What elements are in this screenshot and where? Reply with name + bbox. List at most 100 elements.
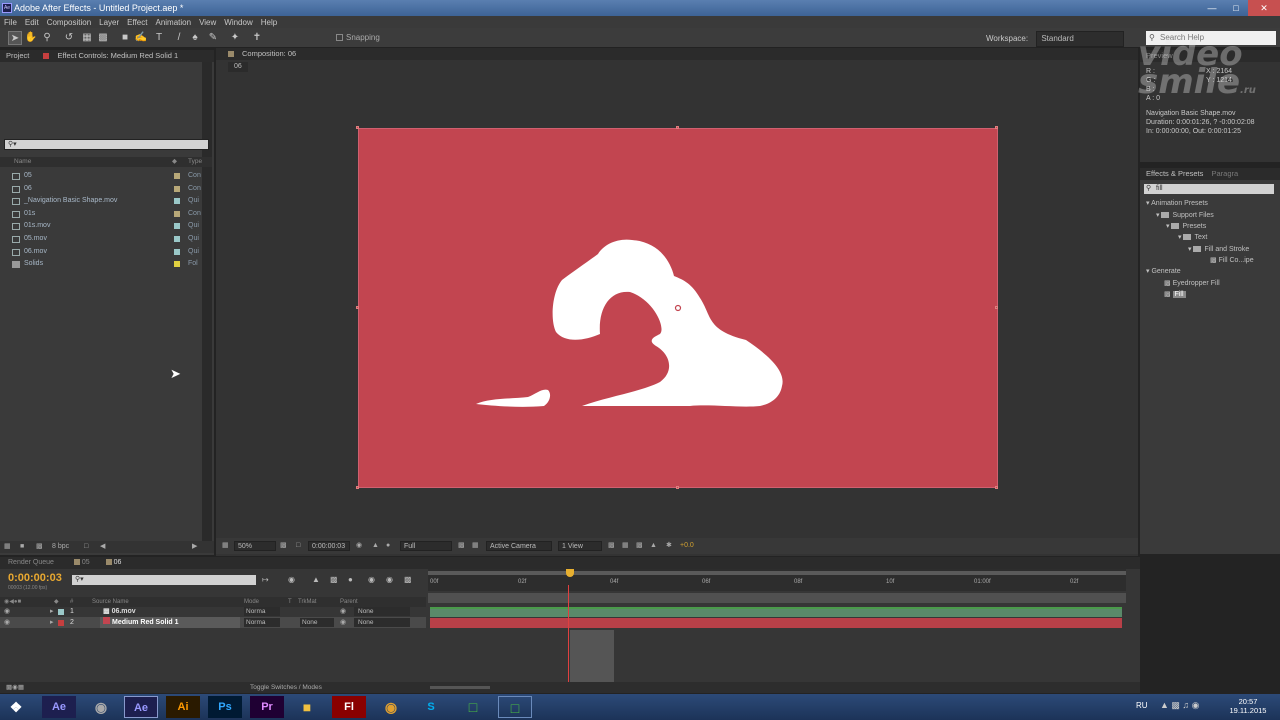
hand-tool-icon[interactable]: ✋ — [24, 31, 38, 45]
fast-previews-icon[interactable]: ▦ — [622, 541, 629, 551]
taskbar-after-effects-icon[interactable]: Ae — [42, 696, 76, 718]
snapping-toggle[interactable]: Snapping — [336, 32, 380, 44]
cloud-shape[interactable] — [470, 236, 790, 412]
menu-file[interactable]: File — [4, 18, 17, 27]
column-name[interactable]: Name — [14, 157, 31, 167]
taskbar-camtasia-recorder-icon[interactable]: □ — [498, 696, 532, 718]
project-item[interactable]: 05 Con — [0, 170, 212, 182]
tab-paragraph[interactable]: Paragra — [1211, 169, 1238, 178]
layer-duration-bar[interactable] — [430, 607, 1122, 617]
mask-visibility-icon[interactable]: □ — [296, 541, 300, 551]
scroll-right-icon[interactable]: ▶ — [192, 541, 197, 553]
language-indicator[interactable]: RU — [1136, 701, 1148, 710]
magnification-dropdown[interactable]: 50% — [234, 541, 276, 551]
new-folder-icon[interactable]: ■ — [20, 541, 24, 553]
project-scrollbar[interactable] — [202, 62, 212, 552]
layer-row[interactable]: ◉ ▸ 2 Medium Red Solid 1 Norma None ◉ No… — [0, 617, 426, 628]
layer-name[interactable]: Medium Red Solid 1 — [100, 617, 240, 628]
rotate-tool-icon[interactable]: ↺ — [62, 31, 76, 45]
tab-project[interactable]: Project — [6, 51, 29, 60]
label-color-swatch[interactable] — [174, 210, 180, 217]
pick-whip-icon[interactable]: ◉ — [340, 606, 346, 617]
current-time-field[interactable]: 0:00:00:03 — [308, 541, 350, 551]
menu-animation[interactable]: Animation — [155, 18, 191, 27]
tree-support-files[interactable]: ▾ Support Files — [1156, 211, 1214, 219]
motion-blur-icon[interactable]: ● — [348, 575, 353, 584]
timeline-icon[interactable]: ▩ — [636, 541, 643, 551]
tab-effect-controls[interactable]: Effect Controls: Medium Red Solid 1 — [37, 51, 178, 60]
taskbar-after-effects-active-icon[interactable]: Ae — [124, 696, 158, 718]
resolution-dropdown[interactable]: Full — [400, 541, 452, 551]
zoom-tool-icon[interactable]: ⚲ — [40, 31, 54, 45]
pen-tool-icon[interactable]: ✍ — [134, 31, 148, 45]
effects-search-input[interactable]: ⚲ fill — [1144, 184, 1274, 194]
bpc-label[interactable]: 8 bpc — [52, 541, 69, 553]
pick-whip-icon[interactable]: ◉ — [340, 617, 346, 628]
visibility-eye-icon[interactable]: ◉ — [4, 606, 10, 617]
pan-behind-tool-icon[interactable]: ▩ — [96, 31, 110, 45]
project-item[interactable]: Solids Fol — [0, 258, 212, 270]
taskbar-premiere-icon[interactable]: Pr — [250, 696, 284, 718]
brainstorm-icon[interactable]: ◉ — [368, 575, 375, 584]
parent-dropdown[interactable]: None — [354, 618, 410, 627]
transform-handle[interactable] — [995, 126, 998, 129]
expand-arrow-icon[interactable]: ▸ — [50, 617, 54, 628]
label-color-swatch[interactable] — [174, 236, 180, 242]
toggle-switches-modes-button[interactable]: Toggle Switches / Modes — [250, 682, 322, 693]
label-color-swatch[interactable] — [174, 223, 180, 230]
tab-effects-presets[interactable]: Effects & Presets — [1146, 169, 1203, 178]
tab-render-queue[interactable]: Render Queue — [8, 559, 54, 566]
layer-duration-bar[interactable] — [430, 618, 1122, 628]
layer-label-color[interactable] — [58, 609, 64, 615]
start-button-icon[interactable]: ❖ — [2, 696, 30, 718]
exposure-icon[interactable]: ✱ — [666, 541, 672, 551]
taskbar-illustrator-icon[interactable]: Ai — [166, 696, 200, 718]
safe-zones-icon[interactable]: ▩ — [280, 541, 287, 551]
taskbar-skype-icon[interactable]: S — [414, 696, 448, 718]
clock[interactable]: 20:57 19.11.2015 — [1228, 697, 1268, 715]
label-color-swatch[interactable] — [174, 261, 180, 268]
zoom-slider[interactable] — [430, 686, 490, 689]
project-item[interactable]: 05.mov Qui — [0, 233, 212, 245]
trkmat-dropdown[interactable]: None — [300, 618, 334, 627]
snapshot-camera-icon[interactable]: ◉ — [356, 541, 362, 551]
menu-help[interactable]: Help — [261, 18, 277, 27]
tree-fill-and-stroke[interactable]: ▾ Fill and Stroke — [1188, 245, 1249, 253]
rgb-channel-icon[interactable]: ● — [386, 541, 390, 551]
tab-composition[interactable]: Composition: 06 — [222, 49, 296, 58]
hide-shy-layers-icon[interactable]: ▲ — [312, 575, 320, 584]
layer-row[interactable]: ◉ ▸ 1 ▩ 06.mov Norma ◉ None — [0, 606, 426, 617]
toggle-pixel-aspect-icon[interactable]: ▩ — [608, 541, 615, 551]
composition-breadcrumb[interactable]: 06 — [228, 62, 248, 72]
rectangle-tool-icon[interactable]: ■ — [118, 31, 132, 45]
work-area-bar[interactable] — [428, 571, 1126, 575]
transparency-grid-icon[interactable]: ▦ — [472, 541, 479, 551]
transform-handle[interactable] — [356, 126, 359, 129]
trash-icon[interactable]: □ — [84, 541, 88, 553]
roto-brush-tool-icon[interactable]: ✦ — [228, 31, 242, 45]
project-item[interactable]: _Navigation Basic Shape.mov Qui — [0, 195, 212, 207]
timeline-search-input[interactable]: ⚲▾ — [72, 575, 256, 585]
transform-handle[interactable] — [676, 486, 679, 489]
taskbar-browser-icon[interactable]: ◉ — [84, 696, 118, 718]
label-color-swatch[interactable] — [174, 248, 180, 255]
tree-text[interactable]: ▾ Text — [1178, 233, 1207, 241]
clone-stamp-tool-icon[interactable]: ♠ — [188, 31, 202, 45]
selection-tool-icon[interactable]: ➤ — [8, 31, 22, 45]
auto-keyframe-icon[interactable]: ◉ — [386, 575, 393, 584]
layer-name[interactable]: ▩ 06.mov — [100, 606, 240, 617]
current-time-indicator[interactable] — [566, 569, 574, 577]
menu-edit[interactable]: Edit — [25, 18, 39, 27]
view-layout-dropdown[interactable]: 1 View — [558, 541, 602, 551]
taskbar-explorer-icon[interactable]: ■ — [290, 696, 324, 718]
project-item[interactable]: 06 Con — [0, 183, 212, 195]
scroll-left-icon[interactable]: ◀ — [100, 541, 105, 553]
expand-arrow-icon[interactable]: ▸ — [50, 606, 54, 617]
transform-handle[interactable] — [995, 486, 998, 489]
project-search-input[interactable]: ⚲▾ — [4, 139, 209, 150]
camera-dropdown[interactable]: Active Camera — [486, 541, 552, 551]
exposure-value[interactable]: +0.0 — [680, 541, 694, 551]
snapping-checkbox[interactable] — [336, 34, 343, 42]
label-color-swatch[interactable] — [174, 198, 180, 205]
maximize-button[interactable]: □ — [1224, 0, 1248, 16]
